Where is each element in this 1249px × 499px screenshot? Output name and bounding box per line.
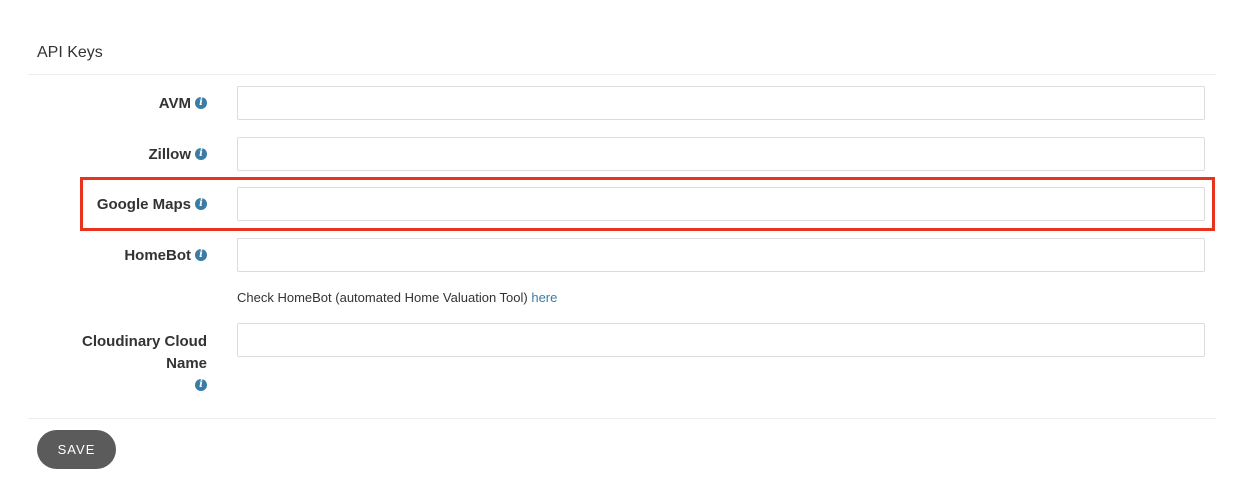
- cloudinary-input[interactable]: [237, 323, 1205, 357]
- avm-info-icon[interactable]: i: [195, 97, 207, 110]
- api-keys-page: API Keys AVM i Zillow i Google Maps i HomeB…: [0, 0, 1249, 499]
- avm-label: AVM i: [159, 95, 207, 112]
- google-maps-input[interactable]: [237, 187, 1205, 221]
- bottom-divider: [28, 418, 1216, 419]
- cloudinary-info-icon[interactable]: i: [195, 379, 207, 392]
- homebot-help-link[interactable]: here: [531, 290, 557, 305]
- zillow-info-icon[interactable]: i: [195, 148, 207, 161]
- zillow-input[interactable]: [237, 137, 1205, 171]
- google-maps-label-text: Google Maps: [96, 196, 191, 213]
- homebot-label-text: HomeBot: [124, 247, 191, 264]
- cloudinary-label: Cloudinary Cloud Name i: [82, 331, 207, 397]
- avm-input[interactable]: [237, 86, 1205, 120]
- zillow-label: Zillow i: [148, 146, 207, 163]
- google-maps-label: Google Maps i: [97, 196, 207, 213]
- homebot-help-text: Check HomeBot (automated Home Valuation …: [237, 290, 557, 305]
- homebot-label: HomeBot i: [124, 247, 207, 264]
- zillow-label-text: Zillow: [148, 146, 192, 163]
- homebot-help-message: Check HomeBot (automated Home Valuation …: [237, 290, 532, 305]
- top-divider: [28, 74, 1216, 75]
- avm-label-text: AVM: [158, 95, 191, 112]
- save-button[interactable]: SAVE: [37, 430, 116, 469]
- homebot-input[interactable]: [237, 238, 1205, 272]
- cloudinary-label-line1: Cloudinary Cloud: [82, 333, 207, 350]
- homebot-info-icon[interactable]: i: [195, 249, 207, 262]
- google-maps-info-icon[interactable]: i: [195, 198, 207, 211]
- cloudinary-label-line2: Name: [166, 355, 207, 372]
- section-title: API Keys: [37, 44, 103, 61]
